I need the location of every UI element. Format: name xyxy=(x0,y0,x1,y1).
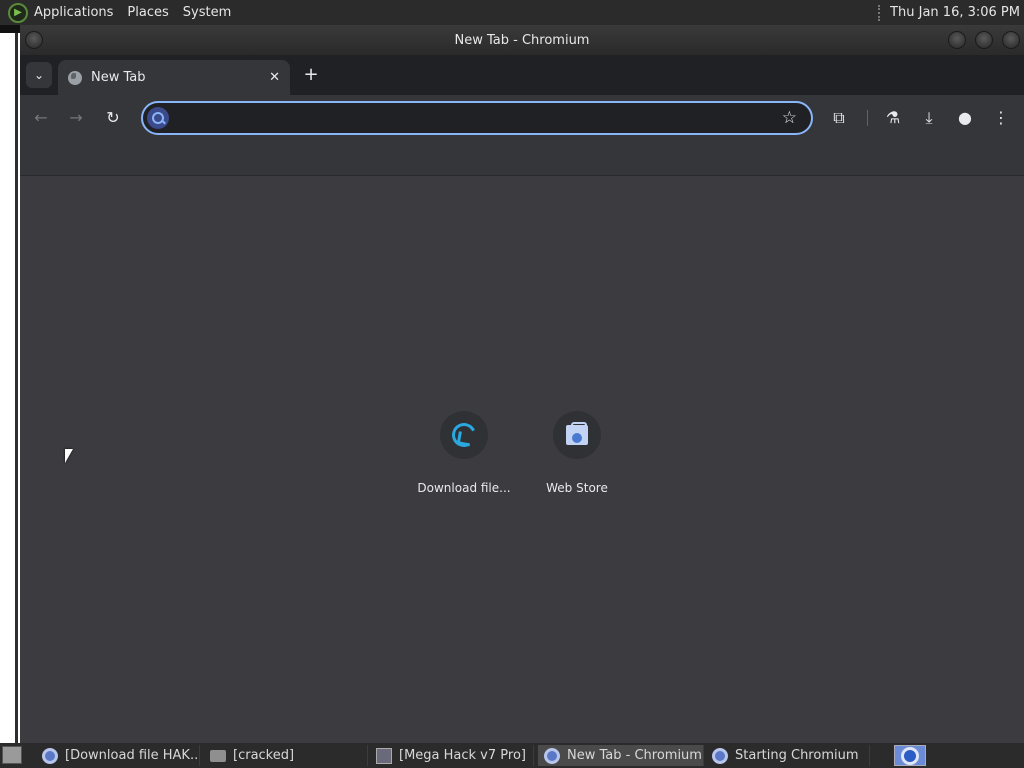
task-label: Starting Chromium xyxy=(735,748,859,763)
profile-icon[interactable]: ● xyxy=(953,106,977,130)
task-new-tab-chromium[interactable]: New Tab - Chromium xyxy=(538,745,704,766)
bookmark-star-icon[interactable]: ☆ xyxy=(782,108,797,128)
new-tab-button[interactable]: + xyxy=(300,64,322,86)
distro-logo-icon[interactable]: ▶ xyxy=(8,2,28,23)
new-tab-page: Download file... Web Store xyxy=(20,176,1024,743)
extensions-icon[interactable]: ⧉ xyxy=(827,106,851,130)
shortcut-download-file[interactable]: Download file... xyxy=(408,411,520,511)
menu-places[interactable]: Places xyxy=(127,5,168,20)
shortcut-tile[interactable] xyxy=(553,411,601,459)
forward-icon[interactable]: → xyxy=(64,106,88,130)
menu-icon[interactable]: ⋮ xyxy=(989,106,1013,130)
task-label: [Mega Hack v7 Pro] xyxy=(399,748,526,763)
back-icon[interactable]: ← xyxy=(29,106,53,130)
download-file-icon xyxy=(448,419,480,451)
tab-title: New Tab xyxy=(91,70,146,85)
task-label: [cracked] xyxy=(233,748,295,763)
menu-system[interactable]: System xyxy=(183,5,231,20)
folder-icon xyxy=(210,749,226,762)
maximize-button[interactable] xyxy=(975,31,993,49)
reload-icon[interactable]: ↻ xyxy=(101,106,125,130)
browser-toolbar: ← → ↻ ☆ ⧉ ⚗ ⤓ ● ⋮ xyxy=(20,95,1024,141)
top-panel: ▶ Applications Places System Thu Jan 16,… xyxy=(0,0,1024,25)
tray-chromium-icon[interactable] xyxy=(894,745,926,766)
chromium-icon xyxy=(712,747,728,764)
toolbar-separator xyxy=(867,110,868,126)
window-titlebar[interactable]: New Tab - Chromium xyxy=(20,25,1024,55)
app-icon xyxy=(376,747,392,764)
task-download-file[interactable]: [Download file HAK... xyxy=(36,745,200,766)
web-store-icon xyxy=(566,422,588,445)
window-menu-button[interactable] xyxy=(25,31,43,49)
clock[interactable]: Thu Jan 16, 3:06 PM xyxy=(890,5,1020,20)
mouse-cursor-icon xyxy=(65,449,73,463)
close-window-button[interactable] xyxy=(1002,31,1020,49)
tab-search-button[interactable]: ⌄ xyxy=(26,62,52,88)
browser-window: New Tab - Chromium ⌄ New Tab ✕ + ← → ↻ ☆… xyxy=(20,25,1024,743)
close-tab-icon[interactable]: ✕ xyxy=(269,70,280,85)
tab-strip: ⌄ New Tab ✕ + xyxy=(20,55,1024,95)
clock-area: Thu Jan 16, 3:06 PM xyxy=(878,0,1024,25)
bookmarks-bar xyxy=(20,141,1024,176)
menu-applications[interactable]: Applications xyxy=(34,5,113,20)
window-title: New Tab - Chromium xyxy=(454,32,590,48)
globe-icon xyxy=(68,70,82,85)
window-shadow-edge xyxy=(15,33,18,743)
shortcut-label: Web Store xyxy=(546,481,608,495)
shortcut-label: Download file... xyxy=(417,481,511,495)
address-bar[interactable]: ☆ xyxy=(141,101,813,135)
chromium-icon xyxy=(544,747,560,764)
minimize-button[interactable] xyxy=(948,31,966,49)
chromium-icon xyxy=(42,747,58,764)
download-icon[interactable]: ⤓ xyxy=(917,106,941,130)
task-label: [Download file HAK... xyxy=(65,748,200,763)
labs-icon[interactable]: ⚗ xyxy=(881,106,905,130)
show-desktop-button[interactable] xyxy=(2,746,22,764)
task-cracked-folder[interactable]: [cracked] xyxy=(204,745,368,766)
task-mega-hack[interactable]: [Mega Hack v7 Pro] xyxy=(370,745,534,766)
task-label: New Tab - Chromium xyxy=(567,748,702,763)
panel-handle xyxy=(878,4,882,21)
address-input[interactable] xyxy=(175,107,765,129)
background-window-edge xyxy=(0,25,20,33)
chevron-down-icon: ⌄ xyxy=(33,68,45,82)
shortcut-tile[interactable] xyxy=(440,411,488,459)
shortcut-web-store[interactable]: Web Store xyxy=(521,411,633,511)
task-starting-chromium[interactable]: Starting Chromium xyxy=(706,745,870,766)
desktop-background xyxy=(0,25,20,743)
taskbar: [Download file HAK... [cracked] [Mega Ha… xyxy=(0,743,1024,768)
tab-new-tab[interactable]: New Tab ✕ xyxy=(58,60,290,95)
search-icon xyxy=(147,107,169,129)
